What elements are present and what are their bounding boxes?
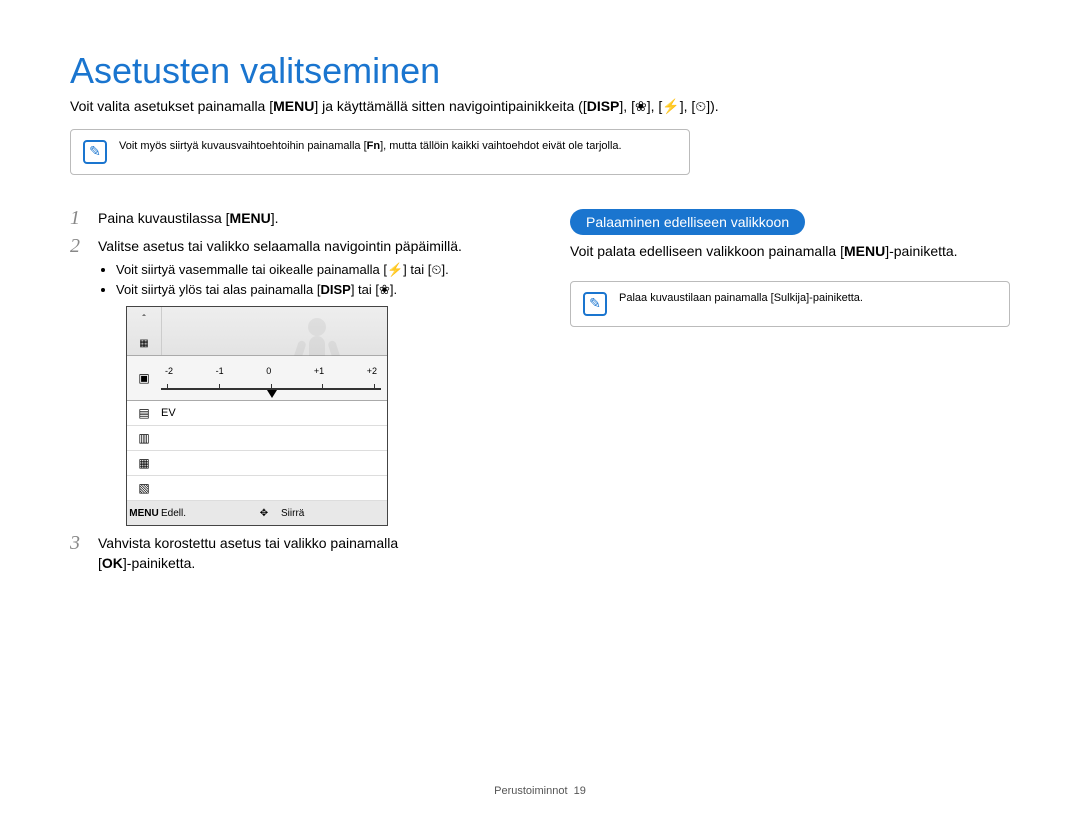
macro-icon: ❀ [635, 98, 647, 114]
page-title: Asetusten valitseminen [70, 50, 1010, 92]
timer-icon: ⏲ [695, 98, 706, 114]
back-label: Edell. [161, 508, 186, 519]
section-pill: Palaaminen edelliseen valikkoon [570, 209, 805, 235]
note-icon [83, 140, 107, 164]
step-2-sub-1: Voit siirtyä vasemmalle tai oikealle pai… [116, 262, 535, 278]
timer-icon: ⏲ [431, 262, 441, 277]
step-3: Vahvista korostettu asetus tai valikko p… [70, 534, 535, 573]
menu-icon: MENU [127, 508, 161, 519]
note-box: Voit myös siirtyä kuvausvaihtoehtoihin p… [70, 129, 690, 175]
grid-icon: ▦ [139, 338, 148, 349]
step-1: Paina kuvaustilassa [MENU]. [70, 209, 535, 229]
note-text: Palaa kuvaustilaan painamalla [Sulkija]-… [619, 292, 863, 304]
macro-icon: ❀ [379, 282, 390, 297]
move-label: Siirrä [281, 508, 304, 519]
flash-icon: ⚡ [662, 98, 679, 114]
move-icon: ✥ [247, 508, 281, 519]
ev-slider-indicator [267, 390, 277, 398]
chevron-up-icon: ˆ [142, 314, 145, 325]
right-paragraph: Voit palata edelliseen valikkoon painama… [570, 243, 1010, 259]
step-2: Valitse asetus tai valikko selaamalla na… [70, 237, 535, 527]
ev-icon: ▣ [138, 371, 149, 385]
wdr-icon: ▦ [127, 456, 161, 470]
ev-label: EV [161, 407, 176, 419]
note-text: Voit myös siirtyä kuvausvaihtoehtoihin p… [119, 140, 622, 152]
wb-icon: ▥ [127, 431, 161, 445]
step-2-sub-2: Voit siirtyä ylös tai alas painamalla [D… [116, 282, 535, 298]
iso-icon: ▤ [127, 406, 161, 420]
flash-icon: ⚡ [387, 262, 403, 277]
note-icon [583, 292, 607, 316]
camera-lcd-screenshot: ˆ ▦ ▣ -2 -1 0 [126, 306, 388, 526]
af-icon: ▧ [127, 481, 161, 495]
intro-text: Voit valita asetukset painamalla [MENU] … [70, 98, 1010, 115]
page-footer: Perustoiminnot 19 [0, 785, 1080, 797]
note-box: Palaa kuvaustilaan painamalla [Sulkija]-… [570, 281, 1010, 327]
